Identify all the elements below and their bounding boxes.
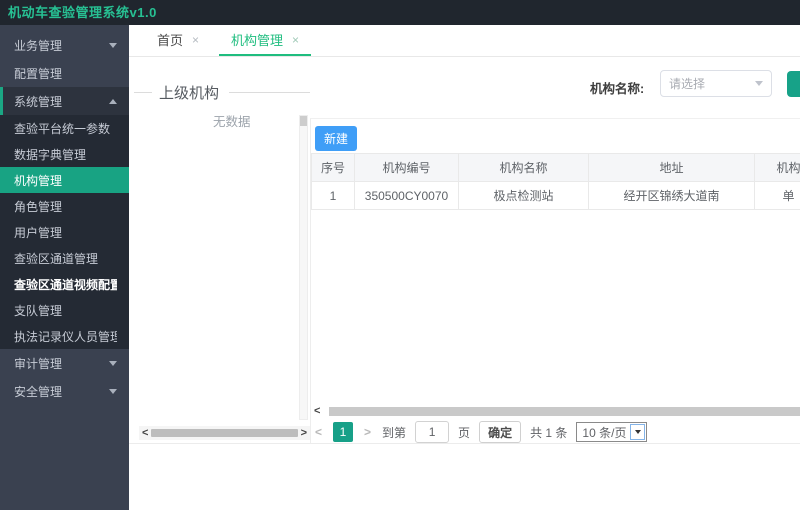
tab-label: 机构管理: [231, 33, 284, 48]
table-header-cell: 机构名称: [458, 153, 589, 182]
sidebar: 业务管理配置管理系统管理查验平台统一参数 数据字典管理 机构管理角色管理用户管理查验…: [0, 25, 129, 510]
tree-horizontal-scrollbar[interactable]: < >: [139, 426, 310, 440]
search-button[interactable]: [787, 71, 800, 97]
page-size-value: 10 条/页: [582, 425, 627, 440]
app-title: 机动车查验管理系统v1.0: [8, 5, 157, 20]
table-header-cell: 地址: [588, 153, 755, 182]
sidebar-item-label: 查验区通道管理: [14, 251, 99, 266]
sidebar-item[interactable]: 审计管理: [0, 349, 129, 377]
chevron-down-icon: [109, 388, 117, 394]
sidebar-item-label: 系统管理: [14, 94, 63, 109]
tab[interactable]: 首页 ×: [145, 25, 211, 56]
parent-org-section: 上级机构: [134, 82, 310, 103]
app-window: 机动车查验管理系统v1.0 业务管理配置管理系统管理查验平台统一参数 数据字典管理…: [0, 0, 800, 510]
sidebar-item[interactable]: 查验区通道视频配置管理: [0, 271, 129, 297]
table-header-cell: 机构: [754, 153, 800, 182]
chevron-down-icon: [755, 81, 763, 86]
topbar: 机动车查验管理系统v1.0: [0, 0, 800, 25]
goto-page-input[interactable]: [415, 421, 450, 443]
scroll-left-icon[interactable]: <: [139, 427, 151, 439]
chevron-down-icon: [109, 360, 117, 366]
sidebar-item[interactable]: 查验区通道管理: [0, 245, 129, 271]
page-number-active[interactable]: 1: [333, 422, 354, 442]
table-row[interactable]: 1 350500CY0070 极点检测站 经开区锦绣大道南单: [311, 181, 800, 210]
scroll-right-icon[interactable]: >: [298, 427, 310, 439]
sidebar-item[interactable]: 配置管理: [0, 59, 129, 87]
org-table-panel: 新建 序号 机构编号 机构名称 地址 机构 1 350500CY0070 极点检测站 经开区锦绣…: [310, 118, 800, 443]
tree-empty-text: 无数据: [213, 115, 251, 129]
chevron-down-icon: [630, 424, 646, 440]
org-table: 序号 机构编号 机构名称 地址 机构 1 350500CY0070 极点检测站 经开区锦绣大道南…: [311, 153, 800, 211]
org-name-label: 机构名称:: [590, 82, 645, 96]
data-table: 序号 机构编号 机构名称 地址 机构 1 350500CY0070 极点检测站 经开区锦绣大道南…: [311, 153, 800, 210]
sidebar-item-label: 业务管理: [14, 38, 63, 53]
scrollbar-thumb[interactable]: [329, 407, 800, 416]
content-bottom-border: [129, 443, 800, 444]
vertical-scrollbar[interactable]: [299, 115, 308, 420]
scroll-left-icon[interactable]: <: [311, 406, 323, 417]
table-cell: 单: [754, 181, 800, 210]
scrollbar-thumb[interactable]: [300, 116, 307, 126]
goto-label: 到第: [382, 425, 407, 440]
prev-page-icon[interactable]: <: [313, 425, 324, 439]
table-cell: 经开区锦绣大道南: [588, 181, 755, 210]
tab-active[interactable]: 机构管理 ×: [219, 25, 312, 56]
sidebar-item-label: 配置管理: [14, 66, 63, 81]
table-header-row: 序号 机构编号 机构名称 地址 机构: [311, 153, 800, 182]
close-icon[interactable]: ×: [292, 33, 299, 47]
org-name-select[interactable]: 请选择: [660, 70, 772, 97]
sidebar-item[interactable]: 用户管理: [0, 219, 129, 245]
sidebar-item-label: 用户管理: [14, 225, 63, 240]
confirm-button[interactable]: 确定: [479, 421, 522, 443]
new-button[interactable]: 新建: [315, 126, 358, 151]
table-header-cell: 机构编号: [354, 153, 459, 182]
chevron-down-icon: [109, 42, 117, 48]
page-unit-label: 页: [458, 425, 471, 440]
sidebar-item[interactable]: 查验平台统一参数: [0, 115, 129, 141]
sidebar-item-label: 机构管理: [14, 173, 63, 188]
sidebar-item-label: 查验区通道视频配置管理: [14, 277, 117, 292]
sidebar-item-label: 审计管理: [14, 356, 63, 371]
sidebar-item-label: 角色管理: [14, 199, 63, 214]
parent-org-title: 上级机构: [159, 85, 220, 102]
sidebar-item[interactable]: 数据字典管理: [0, 141, 129, 167]
sidebar-item[interactable]: 角色管理: [0, 193, 129, 219]
sidebar-menu: 业务管理配置管理系统管理查验平台统一参数 数据字典管理 机构管理角色管理用户管理查验…: [0, 25, 129, 405]
table-cell: 极点检测站: [458, 181, 589, 210]
page-size-select[interactable]: 10 条/页: [576, 422, 648, 442]
sidebar-item[interactable]: 系统管理: [0, 87, 129, 115]
sidebar-item-label: 支队管理: [14, 303, 63, 318]
sidebar-item[interactable]: 支队管理: [0, 297, 129, 323]
select-placeholder: 请选择: [669, 77, 706, 91]
table-cell: 1: [311, 181, 355, 210]
sidebar-item-label: 安全管理: [14, 384, 63, 399]
table-cell: 350500CY0070: [354, 181, 459, 210]
sidebar-item-label: 查验平台统一参数: [14, 121, 111, 136]
pagination: < 1 > 到第 页 确定 共 1 条 10 条/页: [313, 420, 648, 444]
main-area: 首页 × 机构管理 × 机构名称: 请选择 上级机构 无数据 < > 新建 序号 机构编…: [129, 25, 800, 510]
tab-bar: 首页 × 机构管理 ×: [129, 25, 800, 57]
close-icon[interactable]: ×: [192, 33, 199, 47]
sidebar-item[interactable]: 安全管理: [0, 377, 129, 405]
sidebar-item[interactable]: 执法记录仪人员管理: [0, 323, 129, 349]
next-page-icon[interactable]: >: [362, 425, 373, 439]
chevron-up-icon: [109, 98, 117, 104]
table-horizontal-scrollbar[interactable]: <: [311, 405, 800, 418]
total-count: 共 1 条: [530, 425, 568, 440]
tab-label: 首页: [157, 33, 184, 48]
sidebar-item[interactable]: 业务管理: [0, 31, 129, 59]
table-header-cell: 序号: [311, 153, 355, 182]
sidebar-item-label: 执法记录仪人员管理: [14, 329, 117, 344]
sidebar-item-label: 数据字典管理: [14, 147, 87, 162]
scrollbar-thumb[interactable]: [151, 429, 298, 437]
sidebar-item-active[interactable]: 机构管理: [0, 167, 129, 193]
